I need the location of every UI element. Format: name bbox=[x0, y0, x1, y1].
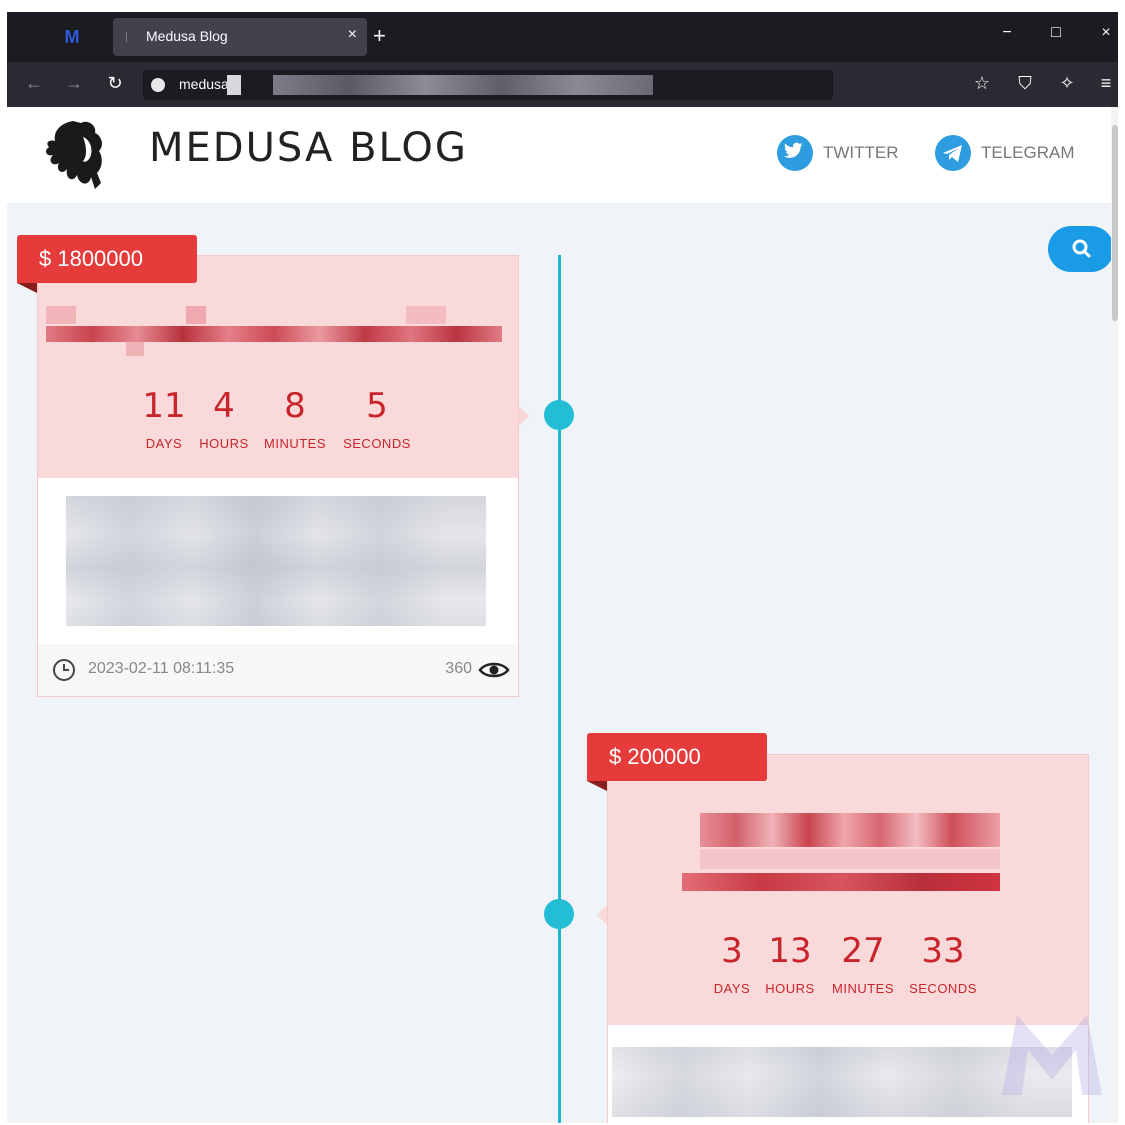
price-tag-fold bbox=[17, 283, 37, 293]
countdown-value: 4 bbox=[213, 386, 235, 426]
countdown-unit: HOURS bbox=[765, 981, 815, 996]
redacted-title bbox=[700, 849, 1000, 869]
countdown-value: 13 bbox=[768, 931, 812, 971]
site-header: MEDUSA BLOG TWITTER TELEGRAM bbox=[7, 107, 1118, 203]
menu-icon[interactable]: ≡ bbox=[1093, 73, 1118, 94]
tab-close-icon[interactable]: × bbox=[348, 26, 357, 44]
clock-icon bbox=[53, 659, 75, 681]
countdown-unit: SECONDS bbox=[343, 436, 411, 451]
redacted-title bbox=[186, 306, 206, 324]
timeline-dot bbox=[544, 899, 574, 929]
price-tag[interactable]: $ 1800000 bbox=[17, 235, 197, 283]
redacted-title bbox=[700, 813, 1000, 847]
search-button[interactable] bbox=[1048, 226, 1114, 272]
countdown-value: 8 bbox=[284, 386, 306, 426]
telegram-label: TELEGRAM bbox=[981, 143, 1075, 162]
redacted-title bbox=[126, 342, 144, 356]
countdown-hours: 13 HOURS bbox=[762, 931, 818, 996]
browser-window: M ᛁ Medusa Blog × + − □ × ← → ↻ medusa ☆… bbox=[7, 12, 1118, 1123]
url-redaction bbox=[273, 75, 653, 95]
timeline-dot bbox=[544, 400, 574, 430]
forward-icon[interactable]: → bbox=[62, 73, 86, 94]
shield-icon[interactable]: ⛉ bbox=[1012, 73, 1038, 94]
maximize-button[interactable]: □ bbox=[1041, 24, 1071, 42]
redacted-image bbox=[66, 496, 486, 626]
address-bar[interactable]: medusa bbox=[143, 70, 833, 100]
telegram-icon bbox=[935, 135, 971, 171]
redacted-title bbox=[46, 326, 502, 342]
scrollbar-thumb[interactable] bbox=[1112, 125, 1118, 321]
web-page: MEDUSA BLOG TWITTER TELEGRAM 11 DAYS 4 H… bbox=[7, 107, 1118, 1123]
url-redaction bbox=[227, 75, 241, 95]
countdown-unit: DAYS bbox=[145, 436, 183, 451]
countdown-unit: MINUTES bbox=[264, 436, 326, 451]
countdown-unit: SECONDS bbox=[909, 981, 977, 996]
back-icon[interactable]: ← bbox=[22, 73, 46, 94]
post-date: 2023-02-11 08:11:35 bbox=[88, 660, 235, 677]
watermark-logo-icon bbox=[1002, 1015, 1102, 1095]
countdown-value: 27 bbox=[841, 931, 885, 971]
extension-icon[interactable]: ✧ bbox=[1054, 73, 1080, 94]
navigation-bar: ← → ↻ medusa ☆ ⛉ ✧ ≡ bbox=[7, 62, 1118, 107]
twitter-icon bbox=[777, 135, 813, 171]
browser-tab[interactable]: ᛁ Medusa Blog × bbox=[113, 18, 367, 56]
countdown-unit: HOURS bbox=[199, 436, 249, 451]
countdown-unit: MINUTES bbox=[832, 981, 894, 996]
close-window-button[interactable]: × bbox=[1091, 24, 1118, 42]
card-pointer bbox=[519, 406, 529, 426]
countdown-days: 3 DAYS bbox=[712, 931, 752, 996]
tab-title: Medusa Blog bbox=[146, 28, 228, 44]
eye-icon bbox=[478, 662, 510, 678]
site-info-icon[interactable] bbox=[151, 78, 165, 92]
tab-favicon-icon: ᛁ bbox=[123, 30, 131, 44]
new-tab-button[interactable]: + bbox=[373, 24, 386, 48]
view-count: 360 bbox=[445, 660, 472, 677]
countdown-days: 11 DAYS bbox=[138, 386, 190, 451]
search-icon bbox=[1072, 239, 1091, 258]
countdown-seconds: 5 SECONDS bbox=[340, 386, 414, 451]
countdown-seconds: 33 SECONDS bbox=[906, 931, 980, 996]
card-pointer bbox=[597, 905, 607, 925]
medusa-logo-icon bbox=[46, 121, 102, 189]
reload-icon[interactable]: ↻ bbox=[103, 73, 127, 94]
url-text: medusa bbox=[179, 76, 229, 92]
price-tag-fold bbox=[587, 781, 607, 791]
twitter-label: TWITTER bbox=[823, 143, 899, 162]
redacted-title bbox=[46, 306, 76, 324]
malwarebytes-icon[interactable]: M bbox=[59, 24, 85, 50]
redacted-title bbox=[682, 873, 1000, 891]
site-title: MEDUSA BLOG bbox=[149, 125, 468, 171]
bookmark-star-icon[interactable]: ☆ bbox=[969, 73, 995, 94]
countdown-value: 5 bbox=[366, 386, 388, 426]
tab-bar: M ᛁ Medusa Blog × + − □ × bbox=[7, 12, 1118, 62]
countdown-minutes: 27 MINUTES bbox=[828, 931, 898, 996]
post-image[interactable] bbox=[38, 478, 518, 644]
countdown-value: 33 bbox=[921, 931, 965, 971]
post-card[interactable]: 11 DAYS 4 HOURS 8 MINUTES 5 SECONDS 2023… bbox=[37, 255, 529, 697]
countdown-value: 11 bbox=[142, 386, 186, 426]
minimize-button[interactable]: − bbox=[992, 24, 1022, 42]
post-footer: 2023-02-11 08:11:35 360 bbox=[38, 644, 518, 696]
price-tag[interactable]: $ 200000 bbox=[587, 733, 767, 781]
countdown-hours: 4 HOURS bbox=[196, 386, 252, 451]
countdown-value: 3 bbox=[721, 931, 743, 971]
countdown-unit: DAYS bbox=[713, 981, 751, 996]
timeline-line bbox=[558, 255, 561, 1123]
countdown-minutes: 8 MINUTES bbox=[260, 386, 330, 451]
redacted-title bbox=[406, 306, 446, 324]
